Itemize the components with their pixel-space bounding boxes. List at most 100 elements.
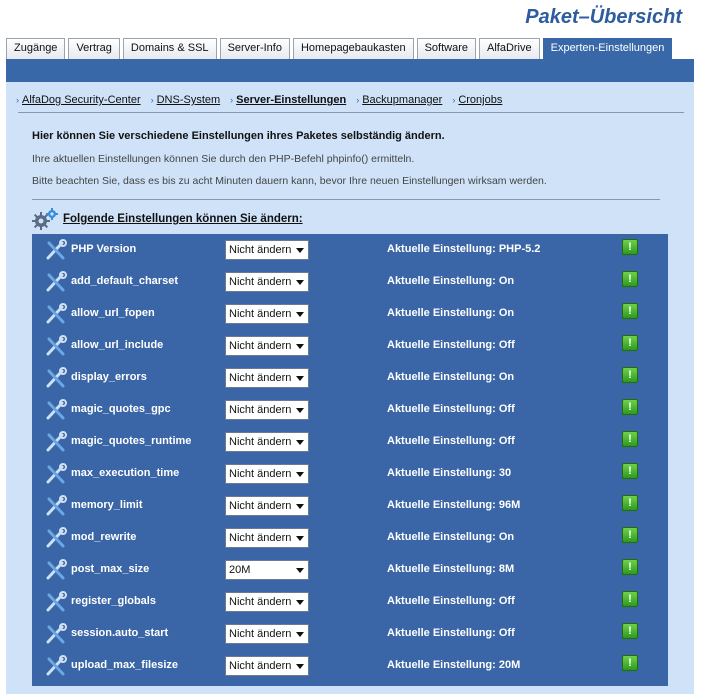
chevron-down-icon <box>296 312 304 317</box>
chevron-down-icon <box>296 440 304 445</box>
section-header: Folgende Einstellungen können Sie ändern… <box>32 208 303 230</box>
setting-current-value: Aktuelle Einstellung: Off <box>387 403 515 415</box>
tab-experten-einstellungen[interactable]: Experten-Einstellungen <box>542 38 673 59</box>
setting-name: upload_max_filesize <box>71 659 178 671</box>
setting-select[interactable]: Nicht ändern <box>225 304 309 324</box>
subnav-link-server-einstellungen[interactable]: Server-Einstellungen <box>236 94 346 106</box>
setting-name: allow_url_fopen <box>71 307 155 319</box>
chevron-down-icon <box>296 280 304 285</box>
setting-select[interactable]: Nicht ändern <box>225 336 309 356</box>
wrench-screwdriver-icon <box>46 495 67 516</box>
setting-name: max_execution_time <box>71 467 180 479</box>
wrench-screwdriver-icon <box>46 239 67 260</box>
subnav-dns-system: › DNS-System <box>151 94 221 106</box>
setting-select[interactable]: Nicht ändern <box>225 496 309 516</box>
info-exclamation-icon[interactable]: ! <box>622 495 638 511</box>
subnav-link-dns-system[interactable]: DNS-System <box>157 94 221 106</box>
subnav-link-security-center[interactable]: AlfaDog Security-Center <box>22 94 141 106</box>
wrench-screwdriver-icon <box>46 271 67 292</box>
setting-select[interactable]: Nicht ändern <box>225 656 309 676</box>
chevron-down-icon <box>296 664 304 669</box>
setting-select[interactable]: Nicht ändern <box>225 464 309 484</box>
tab-content-header-bar <box>6 59 694 82</box>
setting-name: magic_quotes_runtime <box>71 435 192 447</box>
setting-select-value: Nicht ändern <box>229 468 292 480</box>
setting-select[interactable]: Nicht ändern <box>225 624 309 644</box>
setting-row-session-auto-start: session.auto_start Nicht ändern Aktuelle… <box>32 618 668 650</box>
info-exclamation-icon[interactable]: ! <box>622 399 638 415</box>
setting-select-value: Nicht ändern <box>229 436 292 448</box>
info-exclamation-icon[interactable]: ! <box>622 463 638 479</box>
info-exclamation-icon[interactable]: ! <box>622 655 638 671</box>
wrench-screwdriver-icon <box>46 367 67 388</box>
wrench-screwdriver-icon <box>46 527 67 548</box>
tab-homepagebaukasten[interactable]: Homepagebaukasten <box>292 38 414 59</box>
setting-select-value: Nicht ändern <box>229 372 292 384</box>
wrench-screwdriver-icon <box>46 303 67 324</box>
setting-select-value: Nicht ändern <box>229 340 292 352</box>
info-exclamation-icon[interactable]: ! <box>622 271 638 287</box>
setting-name: display_errors <box>71 371 147 383</box>
setting-current-value: Aktuelle Einstellung: 20M <box>387 659 521 671</box>
info-exclamation-icon[interactable]: ! <box>622 335 638 351</box>
setting-name: memory_limit <box>71 499 143 511</box>
divider <box>32 199 660 200</box>
setting-current-value: Aktuelle Einstellung: Off <box>387 435 515 447</box>
chevron-down-icon <box>296 408 304 413</box>
setting-select[interactable]: Nicht ändern <box>225 528 309 548</box>
info-exclamation-icon[interactable]: ! <box>622 239 638 255</box>
subnav-link-backupmanager[interactable]: Backupmanager <box>362 94 442 106</box>
tab-alfadrive[interactable]: AlfaDrive <box>478 38 540 59</box>
chevron-down-icon <box>296 536 304 541</box>
setting-name: allow_url_include <box>71 339 164 351</box>
page-title: Paket–Übersicht <box>525 6 682 28</box>
setting-row-upload-max-filesize: upload_max_filesize Nicht ändern Aktuell… <box>32 650 668 682</box>
setting-select-value: Nicht ändern <box>229 500 292 512</box>
tab-software[interactable]: Software <box>416 38 476 59</box>
setting-row-php-version: PHP Version Nicht ändern Aktuelle Einste… <box>32 234 668 266</box>
setting-current-value: Aktuelle Einstellung: On <box>387 371 515 383</box>
tab-server-info[interactable]: Server-Info <box>219 38 290 59</box>
setting-select[interactable]: Nicht ändern <box>225 272 309 292</box>
setting-row-magic-quotes-runtime: magic_quotes_runtime Nicht ändern Aktuel… <box>32 426 668 458</box>
setting-select-value: Nicht ändern <box>229 308 292 320</box>
setting-select[interactable]: Nicht ändern <box>225 240 309 260</box>
setting-select-value: Nicht ändern <box>229 532 292 544</box>
tab-vertrag[interactable]: Vertrag <box>68 38 120 59</box>
subnav-link-cronjobs[interactable]: Cronjobs <box>458 94 502 106</box>
setting-select[interactable]: Nicht ändern <box>225 432 309 452</box>
divider <box>18 112 684 113</box>
setting-select-value: Nicht ändern <box>229 596 292 608</box>
intro-heading: Hier können Sie verschiedene Einstellung… <box>32 130 445 142</box>
content-panel: › AlfaDog Security-Center › DNS-System ›… <box>6 82 694 694</box>
setting-row-magic-quotes-gpc: magic_quotes_gpc Nicht ändern Aktuelle E… <box>32 394 668 426</box>
subnav-security-center: › AlfaDog Security-Center <box>16 94 141 106</box>
info-exclamation-icon[interactable]: ! <box>622 527 638 543</box>
setting-current-value: Aktuelle Einstellung: 30 <box>387 467 512 479</box>
info-exclamation-icon[interactable]: ! <box>622 623 638 639</box>
setting-current-value: Aktuelle Einstellung: 8M <box>387 563 515 575</box>
wrench-screwdriver-icon <box>46 335 67 356</box>
info-exclamation-icon[interactable]: ! <box>622 559 638 575</box>
setting-select[interactable]: Nicht ändern <box>225 400 309 420</box>
info-exclamation-icon[interactable]: ! <box>622 303 638 319</box>
setting-current-value: Aktuelle Einstellung: Off <box>387 339 515 351</box>
tab-zugaenge[interactable]: Zugänge <box>6 38 66 59</box>
info-exclamation-icon[interactable]: ! <box>622 431 638 447</box>
info-exclamation-icon[interactable]: ! <box>622 367 638 383</box>
setting-row-allow-url-fopen: allow_url_fopen Nicht ändern Aktuelle Ei… <box>32 298 668 330</box>
chevron-down-icon <box>296 248 304 253</box>
setting-name: PHP Version <box>71 243 137 255</box>
intro-text-delay: Bitte beachten Sie, dass es bis zu acht … <box>32 175 547 187</box>
chevron-down-icon <box>296 472 304 477</box>
info-exclamation-icon[interactable]: ! <box>622 591 638 607</box>
setting-select[interactable]: 20M <box>225 560 309 580</box>
arrow-icon: › <box>356 95 360 105</box>
setting-select[interactable]: Nicht ändern <box>225 368 309 388</box>
setting-current-value: Aktuelle Einstellung: On <box>387 531 515 543</box>
wrench-screwdriver-icon <box>46 431 67 452</box>
setting-select[interactable]: Nicht ändern <box>225 592 309 612</box>
tab-domains-ssl[interactable]: Domains & SSL <box>122 38 217 59</box>
sub-navigation: › AlfaDog Security-Center › DNS-System ›… <box>16 94 502 106</box>
chevron-down-icon <box>296 344 304 349</box>
